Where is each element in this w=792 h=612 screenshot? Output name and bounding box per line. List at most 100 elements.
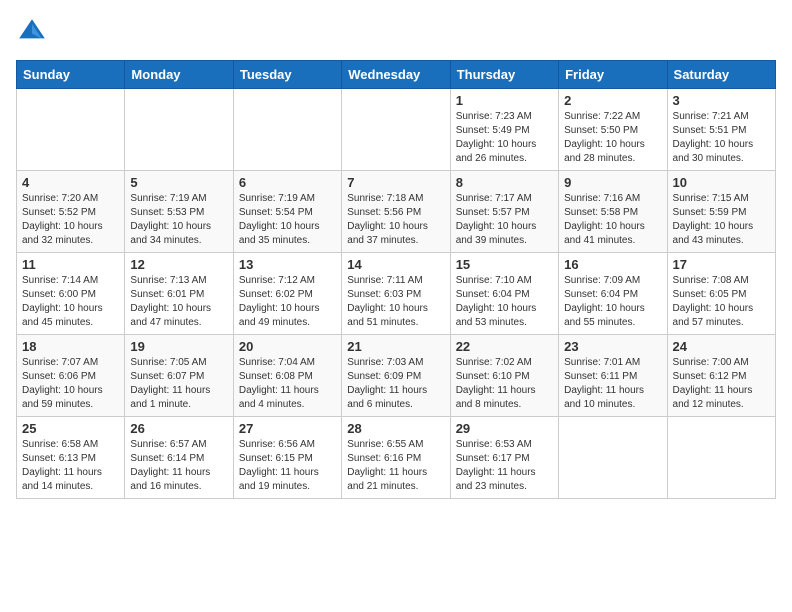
weekday-header-monday: Monday (125, 61, 233, 89)
calendar-cell: 17Sunrise: 7:08 AM Sunset: 6:05 PM Dayli… (667, 253, 775, 335)
calendar-cell: 28 Sunrise: 6:55 AM Sunset: 6:16 PM Dayli… (342, 417, 450, 499)
day-number: 12 (130, 257, 227, 272)
calendar-cell: 22 Sunrise: 7:02 AM Sunset: 6:10 PM Dayli… (450, 335, 558, 417)
day-info: Sunrise: 7:15 AM Sunset: 5:59 PM Dayligh… (673, 192, 770, 248)
day-number: 1 (456, 93, 553, 108)
day-number: 15 (456, 257, 553, 272)
day-number: 23 (564, 339, 661, 354)
day-info: Sunrise: 7:13 AM Sunset: 6:01 PM Dayligh… (130, 274, 227, 330)
calendar-cell: 2 Sunrise: 7:22 AM Sunset: 5:50 PM Daylig… (559, 89, 667, 171)
day-info: Sunrise: 7:22 AM Sunset: 5:50 PM Dayligh… (564, 110, 661, 166)
weekday-header-tuesday: Tuesday (233, 61, 341, 89)
day-info: Sunrise: 6:57 AM Sunset: 6:14 PM Dayligh… (130, 438, 227, 494)
calendar-cell: 3 Sunrise: 7:21 AM Sunset: 5:51 PM Daylig… (667, 89, 775, 171)
week-row-4: 18 Sunrise: 7:07 AM Sunset: 6:06 PM Dayli… (17, 335, 776, 417)
calendar-cell: 1 Sunrise: 7:23 AM Sunset: 5:49 PM Daylig… (450, 89, 558, 171)
logo-icon (16, 16, 48, 48)
logo (16, 16, 52, 48)
week-row-3: 11Sunrise: 7:14 AM Sunset: 6:00 PM Dayli… (17, 253, 776, 335)
day-info: Sunrise: 7:09 AM Sunset: 6:04 PM Dayligh… (564, 274, 661, 330)
day-info: Sunrise: 6:53 AM Sunset: 6:17 PM Dayligh… (456, 438, 553, 494)
day-info: Sunrise: 7:02 AM Sunset: 6:10 PM Dayligh… (456, 356, 553, 412)
day-number: 16 (564, 257, 661, 272)
day-info: Sunrise: 6:56 AM Sunset: 6:15 PM Dayligh… (239, 438, 336, 494)
day-number: 22 (456, 339, 553, 354)
calendar-cell: 25 Sunrise: 6:58 AM Sunset: 6:13 PM Dayli… (17, 417, 125, 499)
calendar-cell: 11Sunrise: 7:14 AM Sunset: 6:00 PM Dayli… (17, 253, 125, 335)
day-info: Sunrise: 6:58 AM Sunset: 6:13 PM Dayligh… (22, 438, 119, 494)
day-info: Sunrise: 7:00 AM Sunset: 6:12 PM Dayligh… (673, 356, 770, 412)
calendar-cell: 21Sunrise: 7:03 AM Sunset: 6:09 PM Dayli… (342, 335, 450, 417)
day-info: Sunrise: 7:18 AM Sunset: 5:56 PM Dayligh… (347, 192, 444, 248)
day-number: 26 (130, 421, 227, 436)
calendar-cell: 6 Sunrise: 7:19 AM Sunset: 5:54 PM Daylig… (233, 171, 341, 253)
calendar-cell (667, 417, 775, 499)
day-info: Sunrise: 7:10 AM Sunset: 6:04 PM Dayligh… (456, 274, 553, 330)
day-number: 18 (22, 339, 119, 354)
day-number: 25 (22, 421, 119, 436)
week-row-1: 1 Sunrise: 7:23 AM Sunset: 5:49 PM Daylig… (17, 89, 776, 171)
weekday-header-friday: Friday (559, 61, 667, 89)
day-number: 28 (347, 421, 444, 436)
day-number: 20 (239, 339, 336, 354)
calendar-cell: 29 Sunrise: 6:53 AM Sunset: 6:17 PM Dayli… (450, 417, 558, 499)
day-info: Sunrise: 7:19 AM Sunset: 5:53 PM Dayligh… (130, 192, 227, 248)
day-number: 8 (456, 175, 553, 190)
weekday-header-row: SundayMondayTuesdayWednesdayThursdayFrid… (17, 61, 776, 89)
day-info: Sunrise: 7:17 AM Sunset: 5:57 PM Dayligh… (456, 192, 553, 248)
calendar-cell: 8 Sunrise: 7:17 AM Sunset: 5:57 PM Daylig… (450, 171, 558, 253)
day-number: 24 (673, 339, 770, 354)
calendar-cell: 12 Sunrise: 7:13 AM Sunset: 6:01 PM Dayli… (125, 253, 233, 335)
calendar-cell (559, 417, 667, 499)
day-info: Sunrise: 7:16 AM Sunset: 5:58 PM Dayligh… (564, 192, 661, 248)
day-number: 2 (564, 93, 661, 108)
weekday-header-saturday: Saturday (667, 61, 775, 89)
calendar-cell: 10 Sunrise: 7:15 AM Sunset: 5:59 PM Dayli… (667, 171, 775, 253)
day-info: Sunrise: 6:55 AM Sunset: 6:16 PM Dayligh… (347, 438, 444, 494)
day-number: 9 (564, 175, 661, 190)
day-number: 17 (673, 257, 770, 272)
calendar-cell: 13 Sunrise: 7:12 AM Sunset: 6:02 PM Dayli… (233, 253, 341, 335)
weekday-header-sunday: Sunday (17, 61, 125, 89)
day-info: Sunrise: 7:07 AM Sunset: 6:06 PM Dayligh… (22, 356, 119, 412)
calendar-cell: 26 Sunrise: 6:57 AM Sunset: 6:14 PM Dayli… (125, 417, 233, 499)
weekday-header-wednesday: Wednesday (342, 61, 450, 89)
calendar-cell: 20 Sunrise: 7:04 AM Sunset: 6:08 PM Dayli… (233, 335, 341, 417)
day-info: Sunrise: 7:03 AM Sunset: 6:09 PM Dayligh… (347, 356, 444, 412)
calendar-cell: 16 Sunrise: 7:09 AM Sunset: 6:04 PM Dayli… (559, 253, 667, 335)
calendar-table: SundayMondayTuesdayWednesdayThursdayFrid… (16, 60, 776, 499)
page-header (16, 16, 776, 48)
week-row-5: 25 Sunrise: 6:58 AM Sunset: 6:13 PM Dayli… (17, 417, 776, 499)
day-info: Sunrise: 7:04 AM Sunset: 6:08 PM Dayligh… (239, 356, 336, 412)
day-info: Sunrise: 7:20 AM Sunset: 5:52 PM Dayligh… (22, 192, 119, 248)
day-info: Sunrise: 7:21 AM Sunset: 5:51 PM Dayligh… (673, 110, 770, 166)
calendar-cell (125, 89, 233, 171)
day-info: Sunrise: 7:23 AM Sunset: 5:49 PM Dayligh… (456, 110, 553, 166)
day-number: 19 (130, 339, 227, 354)
calendar-cell: 24 Sunrise: 7:00 AM Sunset: 6:12 PM Dayli… (667, 335, 775, 417)
calendar-cell: 4 Sunrise: 7:20 AM Sunset: 5:52 PM Daylig… (17, 171, 125, 253)
day-info: Sunrise: 7:12 AM Sunset: 6:02 PM Dayligh… (239, 274, 336, 330)
day-number: 14 (347, 257, 444, 272)
weekday-header-thursday: Thursday (450, 61, 558, 89)
day-number: 3 (673, 93, 770, 108)
day-info: Sunrise: 7:11 AM Sunset: 6:03 PM Dayligh… (347, 274, 444, 330)
day-info: Sunrise: 7:19 AM Sunset: 5:54 PM Dayligh… (239, 192, 336, 248)
day-info: Sunrise: 7:05 AM Sunset: 6:07 PM Dayligh… (130, 356, 227, 412)
day-number: 11 (22, 257, 119, 272)
day-number: 6 (239, 175, 336, 190)
calendar-cell: 15 Sunrise: 7:10 AM Sunset: 6:04 PM Dayli… (450, 253, 558, 335)
day-number: 13 (239, 257, 336, 272)
day-number: 7 (347, 175, 444, 190)
calendar-cell (342, 89, 450, 171)
calendar-cell: 14 Sunrise: 7:11 AM Sunset: 6:03 PM Dayli… (342, 253, 450, 335)
day-number: 10 (673, 175, 770, 190)
day-number: 5 (130, 175, 227, 190)
day-number: 29 (456, 421, 553, 436)
day-number: 4 (22, 175, 119, 190)
calendar-cell: 23 Sunrise: 7:01 AM Sunset: 6:11 PM Dayli… (559, 335, 667, 417)
calendar-cell: 7 Sunrise: 7:18 AM Sunset: 5:56 PM Daylig… (342, 171, 450, 253)
day-info: Sunrise: 7:01 AM Sunset: 6:11 PM Dayligh… (564, 356, 661, 412)
calendar-cell: 18 Sunrise: 7:07 AM Sunset: 6:06 PM Dayli… (17, 335, 125, 417)
week-row-2: 4 Sunrise: 7:20 AM Sunset: 5:52 PM Daylig… (17, 171, 776, 253)
